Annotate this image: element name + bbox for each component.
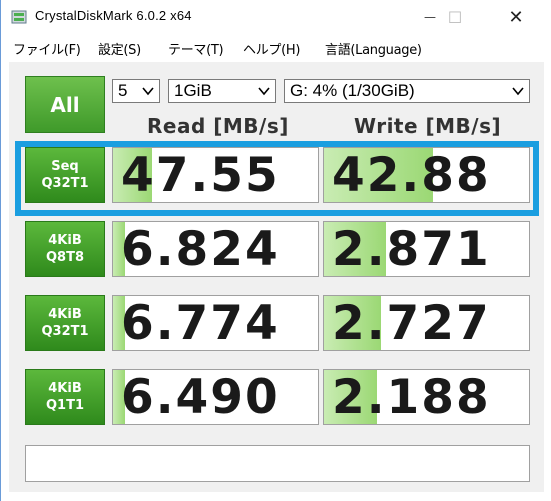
test-size-value: 1GiB xyxy=(174,81,212,100)
write-result-value: 2.188 xyxy=(332,370,491,425)
window-title: CrystalDiskMark 6.0.2 x64 xyxy=(35,8,192,23)
seq-row-highlight-frame xyxy=(15,141,539,216)
row-label-line1: 4KiB xyxy=(48,233,82,248)
title-bar: CrystalDiskMark 6.0.2 x64 — ☐ ✕ xyxy=(1,0,551,34)
row-label-line2: Q32T1 xyxy=(41,324,89,339)
menu-language[interactable]: 言語(Language) xyxy=(325,39,422,58)
read-result-value: 6.490 xyxy=(121,370,280,425)
menu-help[interactable]: ヘルプ(H) xyxy=(243,39,300,58)
menu-theme[interactable]: テーマ(T) xyxy=(168,39,224,58)
app-window: CrystalDiskMark 6.0.2 x64 — ☐ ✕ ファイル(F) … xyxy=(0,0,551,501)
menu-bar: ファイル(F) 設定(S) テーマ(T) ヘルプ(H) 言語(Language) xyxy=(1,34,551,60)
write-result-cell: 2.188 xyxy=(323,369,530,425)
close-icon: ✕ xyxy=(508,6,524,28)
test-size-select[interactable]: 1GiB xyxy=(168,79,276,103)
read-result-value: 6.824 xyxy=(121,222,280,277)
all-button[interactable]: All xyxy=(25,76,105,133)
read-column-header: Read [MB/s] xyxy=(147,114,289,138)
read-result-value: 6.774 xyxy=(121,296,280,351)
app-icon xyxy=(11,10,27,24)
close-button[interactable]: ✕ xyxy=(493,0,539,34)
row-label-line2: Q8T8 xyxy=(45,250,84,265)
chevron-down-icon xyxy=(142,87,154,96)
write-result-value: 2.871 xyxy=(332,222,491,277)
write-column-header: Write [MB/s] xyxy=(354,114,502,138)
drive-value: G: 4% (1/30GiB) xyxy=(290,81,415,100)
menu-file[interactable]: ファイル(F) xyxy=(13,39,81,58)
read-result-cell: 6.824 xyxy=(112,221,319,277)
row-label-line1: 4KiB xyxy=(48,307,82,322)
4kib-q1t1-button[interactable]: 4KiB Q1T1 xyxy=(25,369,105,425)
test-count-value: 5 xyxy=(118,81,128,100)
drive-select[interactable]: G: 4% (1/30GiB) xyxy=(284,79,530,103)
maximize-icon: ☐ xyxy=(447,7,463,27)
menu-settings[interactable]: 設定(S) xyxy=(98,39,141,58)
write-result-cell: 2.871 xyxy=(323,221,530,277)
comment-input[interactable] xyxy=(25,445,530,482)
chevron-down-icon xyxy=(512,87,524,96)
maximize-button[interactable]: ☐ xyxy=(432,0,478,34)
4kib-q32t1-button[interactable]: 4KiB Q32T1 xyxy=(25,295,105,351)
4kib-q8t8-button[interactable]: 4KiB Q8T8 xyxy=(25,221,105,277)
write-result-value: 2.727 xyxy=(332,296,491,351)
test-count-select[interactable]: 5 xyxy=(112,79,160,103)
row-label-line1: 4KiB xyxy=(48,381,82,396)
read-result-cell: 6.490 xyxy=(112,369,319,425)
read-result-cell: 6.774 xyxy=(112,295,319,351)
write-result-cell: 2.727 xyxy=(323,295,530,351)
chevron-down-icon xyxy=(258,87,270,96)
row-label-line2: Q1T1 xyxy=(45,398,84,413)
